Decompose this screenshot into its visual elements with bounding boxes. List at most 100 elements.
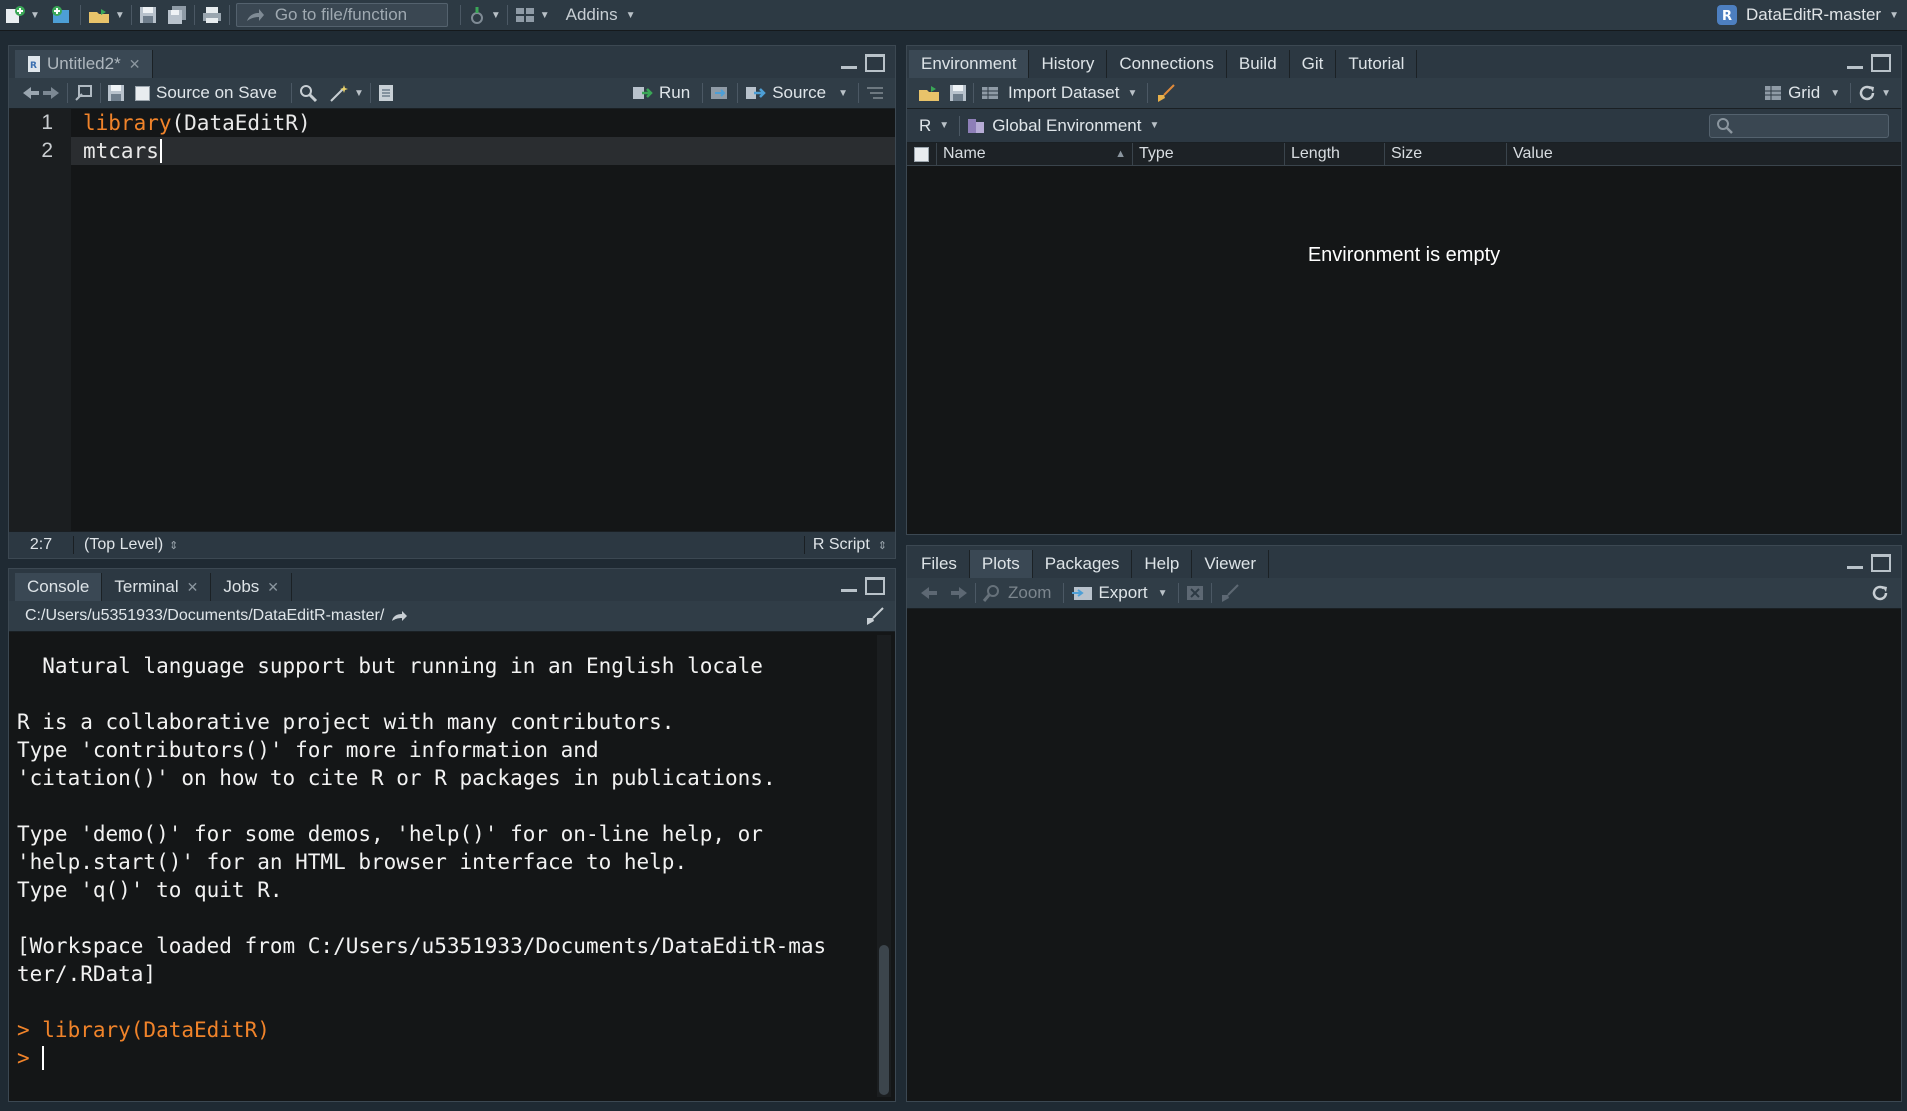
document-outline-icon[interactable]	[865, 84, 885, 102]
tab-packages[interactable]: Packages	[1033, 550, 1133, 578]
code-editor[interactable]: library(DataEditR) mtcars	[71, 109, 895, 532]
close-icon[interactable]: ✕	[187, 579, 199, 596]
console-scrollbar[interactable]	[877, 635, 891, 1097]
scope-selector[interactable]: (Top Level)	[84, 536, 163, 554]
column-header-length[interactable]: Length	[1285, 143, 1385, 165]
chevron-down-icon[interactable]: ▼	[838, 88, 848, 99]
chevron-down-icon[interactable]: ▼	[1128, 88, 1138, 99]
chevron-down-icon[interactable]: ▼	[1830, 88, 1840, 99]
code-line-current[interactable]: mtcars	[71, 137, 895, 165]
tab-build[interactable]: Build	[1227, 50, 1290, 78]
minimize-icon[interactable]	[841, 585, 857, 592]
clear-workspace-broom-icon[interactable]	[1154, 83, 1176, 103]
grid-view-button[interactable]: Grid	[1788, 83, 1820, 103]
tab-tutorial[interactable]: Tutorial	[1336, 50, 1418, 78]
open-file-icon[interactable]	[87, 5, 111, 25]
workspace-panes-icon[interactable]	[514, 5, 536, 25]
goto-file-function-input[interactable]: Go to file/function	[235, 3, 448, 27]
tab-plots[interactable]: Plots	[969, 550, 1033, 578]
project-menu[interactable]: R DataEditR-master ▼	[1716, 0, 1899, 30]
scrollbar-thumb[interactable]	[879, 945, 889, 1095]
close-icon[interactable]: ✕	[267, 579, 279, 596]
column-header-value[interactable]: Value	[1507, 143, 1901, 165]
previous-plot-icon[interactable]	[919, 585, 939, 601]
tab-environment[interactable]: Environment	[909, 50, 1030, 78]
save-all-icon[interactable]	[166, 5, 188, 25]
refresh-icon[interactable]	[1869, 582, 1891, 604]
tab-connections[interactable]: Connections	[1107, 50, 1227, 78]
chevron-down-icon[interactable]: ▼	[626, 10, 636, 21]
import-dataset-icon[interactable]	[980, 84, 1002, 102]
save-icon[interactable]	[107, 84, 125, 102]
vcs-icon[interactable]	[467, 5, 487, 25]
column-header-type[interactable]: Type	[1133, 143, 1285, 165]
show-in-window-icon[interactable]	[74, 84, 94, 102]
tab-jobs[interactable]: Jobs ✕	[211, 573, 293, 601]
run-button[interactable]: Run	[659, 83, 690, 103]
back-arrow-icon[interactable]	[21, 85, 41, 101]
new-file-icon[interactable]	[4, 5, 26, 25]
addins-menu[interactable]: Addins	[566, 5, 618, 25]
new-project-icon[interactable]	[50, 5, 74, 25]
compile-report-icon[interactable]	[377, 83, 395, 103]
chevron-down-icon[interactable]: ▼	[1158, 588, 1168, 599]
chevron-down-icon[interactable]: ▼	[1150, 120, 1160, 131]
next-plot-icon[interactable]	[949, 585, 969, 601]
column-header-name[interactable]: Name ▲	[937, 143, 1133, 165]
tab-help[interactable]: Help	[1132, 550, 1193, 578]
tab-history[interactable]: History	[1029, 50, 1108, 78]
column-header-size[interactable]: Size	[1385, 143, 1507, 165]
minimize-icon[interactable]	[841, 62, 857, 69]
minimize-icon[interactable]	[1847, 562, 1863, 569]
export-icon[interactable]	[1070, 584, 1094, 602]
source-icon[interactable]	[744, 84, 766, 102]
minimize-icon[interactable]	[1847, 62, 1863, 69]
filetype-selector[interactable]: R Script	[803, 536, 870, 554]
console-prompt-line[interactable]: >	[17, 1044, 875, 1072]
tab-console[interactable]: Console	[15, 573, 103, 601]
zoom-button[interactable]: Zoom	[1008, 583, 1051, 603]
grid-view-icon[interactable]	[1764, 85, 1782, 101]
chevron-down-icon[interactable]: ▼	[939, 120, 949, 131]
export-button[interactable]: Export	[1098, 583, 1147, 603]
remove-plot-icon[interactable]	[1185, 584, 1205, 602]
select-all-checkbox[interactable]	[914, 146, 929, 162]
magic-wand-icon[interactable]	[328, 83, 350, 103]
run-icon[interactable]	[631, 84, 653, 102]
search-icon[interactable]	[298, 83, 318, 103]
tab-untitled2[interactable]: R Untitled2* ✕	[15, 50, 154, 78]
clear-plots-broom-icon[interactable]	[1218, 583, 1240, 603]
clear-console-broom-icon[interactable]	[863, 606, 885, 626]
env-search-input[interactable]	[1709, 113, 1889, 138]
tab-viewer[interactable]: Viewer	[1192, 550, 1269, 578]
tab-git[interactable]: Git	[1290, 50, 1337, 78]
print-icon[interactable]	[201, 5, 223, 25]
chevron-down-icon[interactable]: ▼	[540, 10, 550, 21]
forward-arrow-icon[interactable]	[41, 85, 61, 101]
maximize-icon[interactable]	[865, 577, 885, 595]
go-to-directory-icon[interactable]	[390, 609, 408, 623]
close-icon[interactable]: ✕	[129, 56, 141, 73]
save-workspace-icon[interactable]	[949, 84, 967, 102]
chevron-down-icon[interactable]: ▼	[354, 88, 364, 99]
tab-terminal[interactable]: Terminal ✕	[102, 573, 212, 601]
load-workspace-icon[interactable]	[917, 83, 941, 103]
zoom-icon[interactable]	[982, 583, 1002, 603]
chevron-down-icon[interactable]: ▼	[491, 10, 501, 21]
save-icon[interactable]	[138, 5, 158, 25]
import-dataset-button[interactable]: Import Dataset	[1008, 83, 1120, 103]
refresh-icon[interactable]	[1857, 83, 1877, 103]
source-button[interactable]: Source	[772, 83, 826, 103]
rerun-icon[interactable]	[709, 84, 731, 102]
chevron-down-icon[interactable]: ▼	[115, 10, 125, 21]
environment-scope-selector[interactable]: Global Environment	[992, 116, 1141, 136]
maximize-icon[interactable]	[865, 54, 885, 72]
chevron-down-icon[interactable]: ▼	[1881, 88, 1891, 99]
code-line[interactable]: library(DataEditR)	[71, 109, 895, 137]
maximize-icon[interactable]	[1871, 54, 1891, 72]
tab-files[interactable]: Files	[909, 550, 970, 578]
language-selector[interactable]: R	[919, 116, 931, 136]
maximize-icon[interactable]	[1871, 554, 1891, 572]
chevron-down-icon[interactable]: ▼	[30, 10, 40, 21]
console-output[interactable]: Natural language support but running in …	[9, 632, 875, 1101]
